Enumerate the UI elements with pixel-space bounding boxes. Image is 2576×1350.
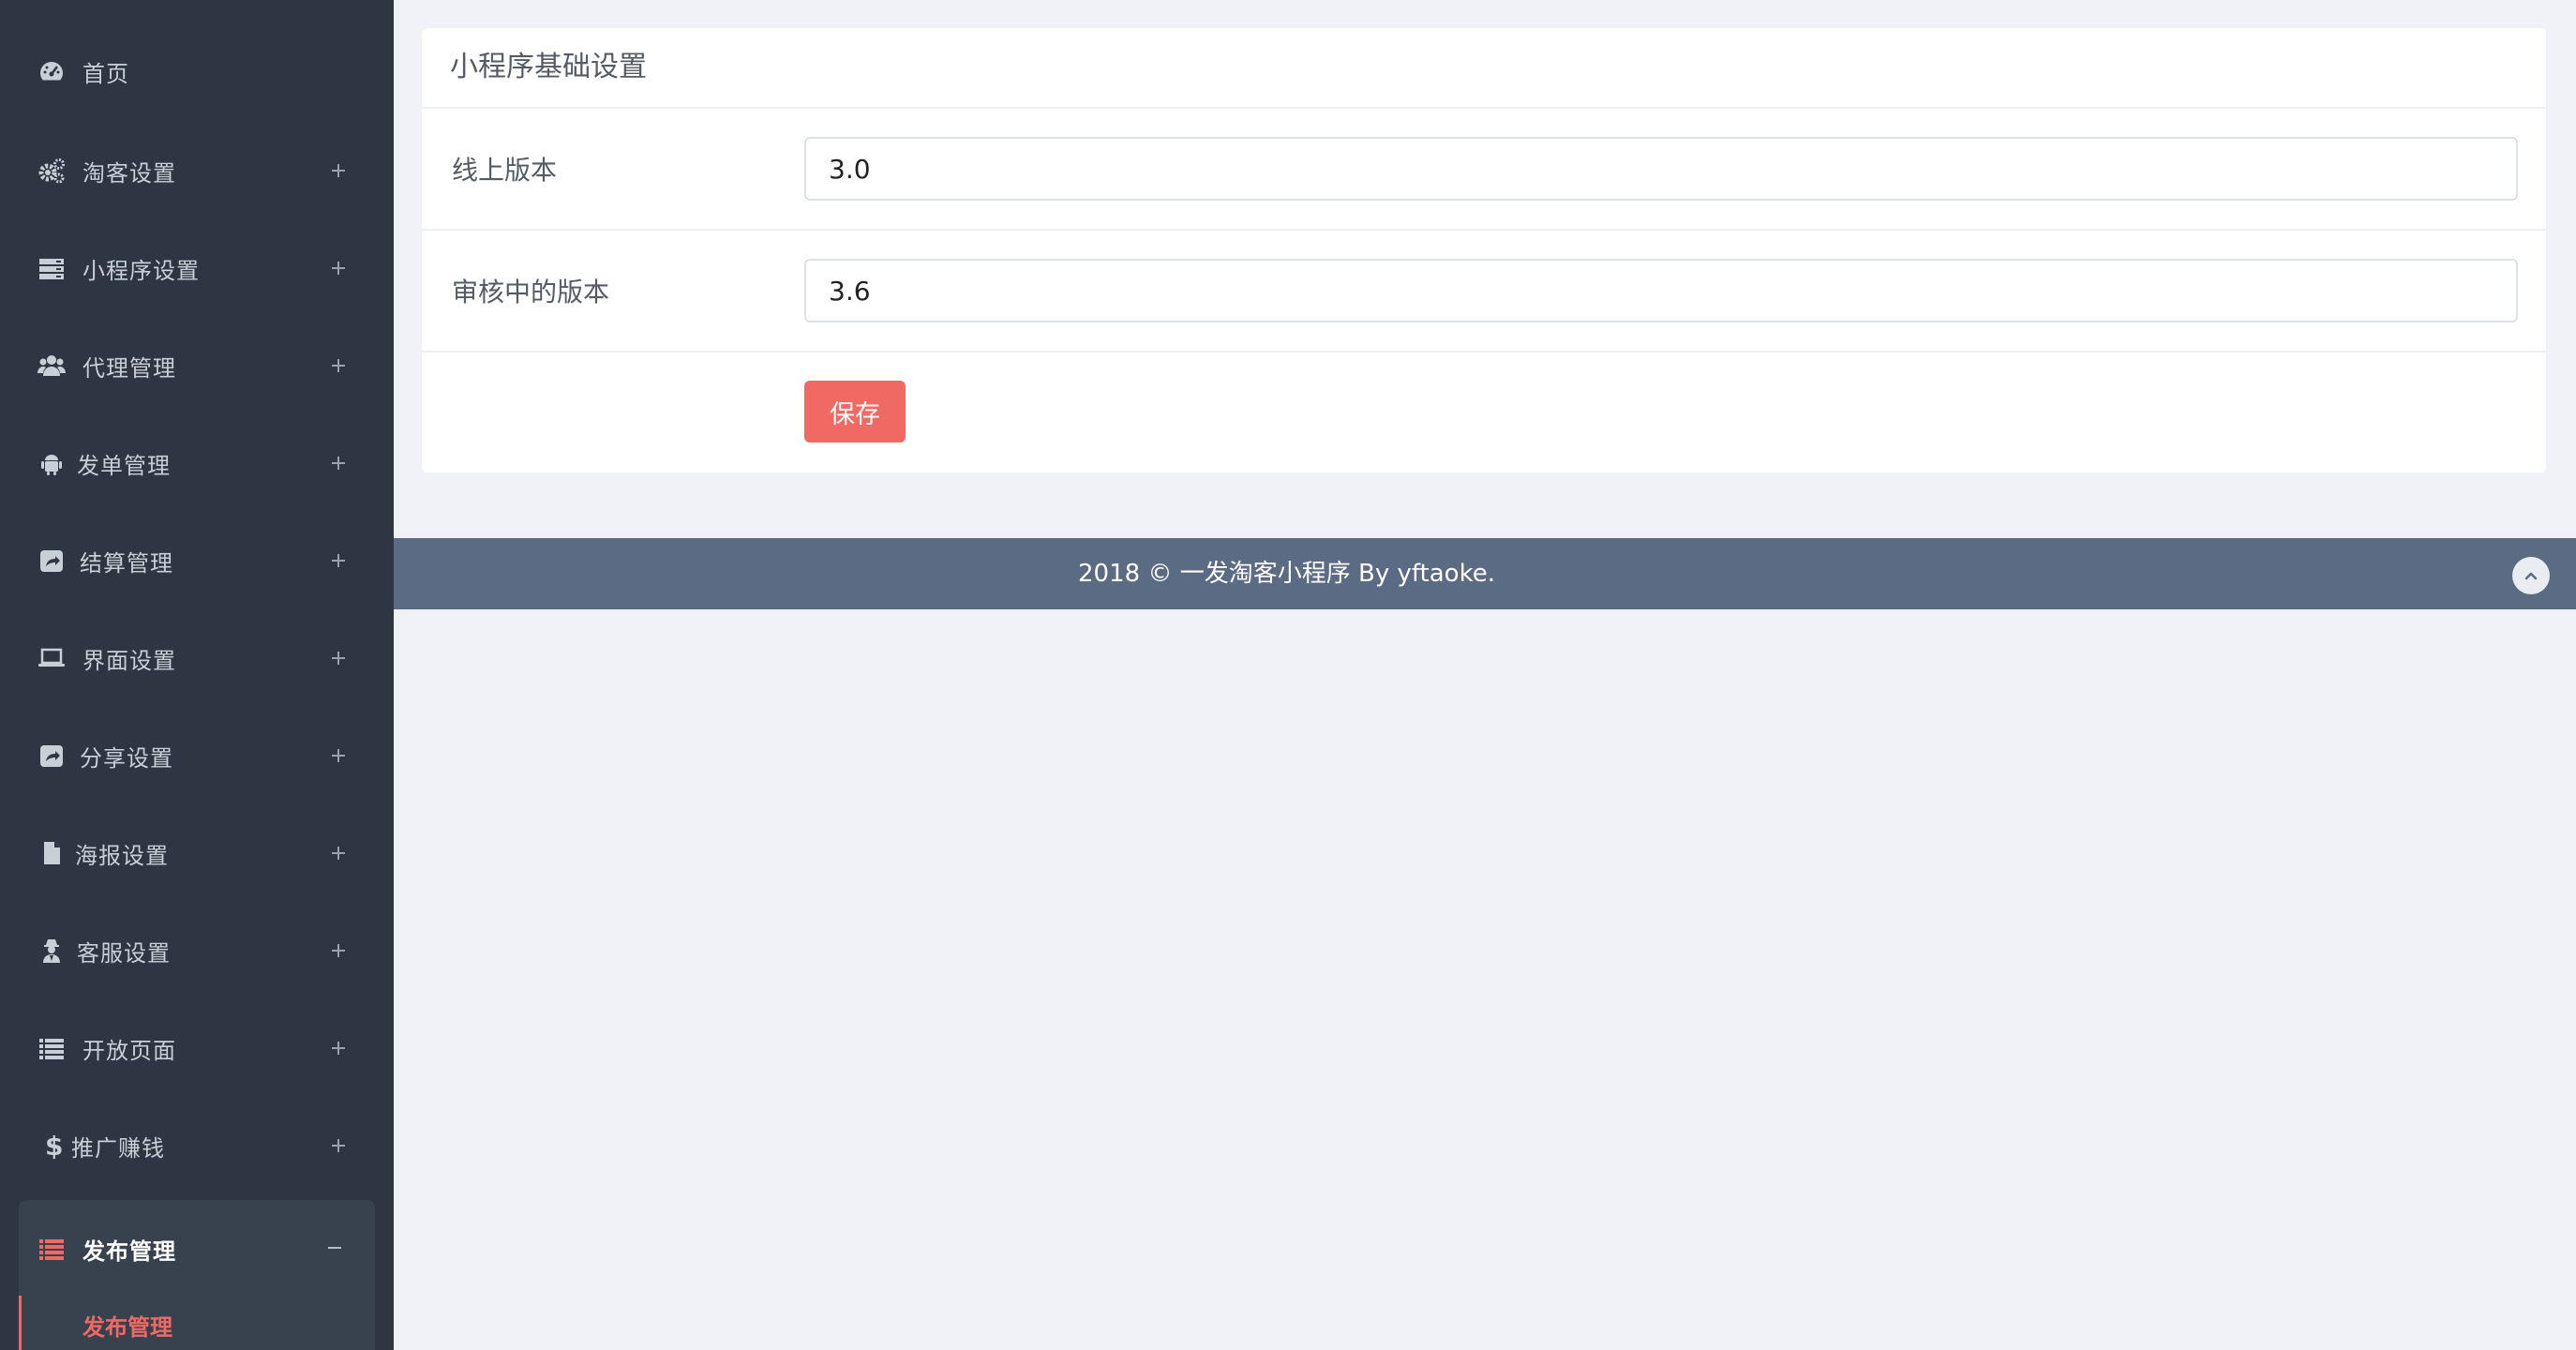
- sidebar-item-label: 客服设置: [77, 939, 171, 967]
- sidebar-item-label: 分享设置: [80, 744, 173, 772]
- sidebar-subitem-label: 发布管理: [82, 1314, 172, 1341]
- online-version-input[interactable]: [804, 137, 2518, 201]
- android-icon: [36, 447, 67, 479]
- sidebar-item-customer-service[interactable]: 客服设置: [0, 902, 394, 999]
- list-icon: [36, 1233, 67, 1265]
- back-to-top-button[interactable]: [2512, 557, 2550, 594]
- settings-card: 小程序基础设置 线上版本 审核中的版本 保存: [422, 28, 2546, 472]
- sidebar: 首页 淘客设置 小程序设置 代理管理 发单管理 结算管理 界面设置 分享设置 海…: [0, 0, 394, 1350]
- expand-icon[interactable]: [328, 1038, 349, 1058]
- svg-text:$: $: [45, 1132, 63, 1160]
- review-version-input[interactable]: [804, 259, 2518, 322]
- expand-icon[interactable]: [328, 843, 349, 863]
- users-icon: [36, 350, 67, 382]
- expand-icon[interactable]: [328, 1135, 349, 1156]
- share-square-icon: [36, 545, 67, 577]
- expand-icon[interactable]: [328, 940, 349, 961]
- sidebar-item-publish-management[interactable]: 发布管理: [19, 1200, 375, 1298]
- sidebar-item-promote-earn[interactable]: $ 推广赚钱: [0, 1097, 394, 1194]
- sidebar-item-settlement-management[interactable]: 结算管理: [0, 512, 394, 609]
- sidebar-item-poster-settings[interactable]: 海报设置: [0, 804, 394, 902]
- footer: 2018 © 一发淘客小程序 By yftaoke.: [394, 538, 2576, 609]
- sidebar-item-label: 海报设置: [75, 842, 169, 869]
- sidebar-item-label: 发布管理: [82, 1238, 176, 1265]
- sidebar-item-taoke-settings[interactable]: 淘客设置: [0, 122, 394, 219]
- expand-icon[interactable]: [328, 160, 349, 181]
- online-version-label: 线上版本: [452, 155, 558, 186]
- sidebar-item-label: 首页: [82, 60, 129, 87]
- sidebar-item-open-pages[interactable]: 开放页面: [0, 999, 394, 1097]
- cogs-icon: [36, 155, 67, 187]
- laptop-icon: [36, 642, 67, 674]
- sidebar-item-agent-management[interactable]: 代理管理: [0, 317, 394, 414]
- expand-icon[interactable]: [328, 453, 349, 473]
- divider: [422, 351, 2546, 352]
- sidebar-item-order-dispatch[interactable]: 发单管理: [0, 414, 394, 512]
- file-icon: [36, 837, 67, 869]
- sidebar-item-label: 发单管理: [77, 452, 171, 479]
- sidebar-item-interface-settings[interactable]: 界面设置: [0, 609, 394, 707]
- divider: [422, 229, 2546, 231]
- footer-copyright: 2018 © 一发淘客小程序 By yftaoke.: [1078, 560, 1495, 588]
- list-icon: [36, 1032, 67, 1064]
- sidebar-item-home[interactable]: 首页: [0, 22, 394, 120]
- sidebar-item-label: 界面设置: [82, 647, 176, 674]
- sidebar-item-label: 开放页面: [82, 1037, 176, 1064]
- expand-icon[interactable]: [328, 550, 349, 571]
- sidebar-item-label: 代理管理: [82, 354, 176, 382]
- sidebar-item-label: 淘客设置: [82, 159, 176, 187]
- expand-icon[interactable]: [328, 355, 349, 376]
- card-title: 小程序基础设置: [450, 51, 647, 83]
- sidebar-subitem-publish-management[interactable]: 发布管理: [19, 1296, 375, 1350]
- expand-icon[interactable]: [328, 648, 349, 668]
- divider: [422, 107, 2546, 109]
- sidebar-item-label: 小程序设置: [82, 257, 200, 284]
- server-icon: [36, 252, 67, 284]
- sidebar-item-miniprogram-settings[interactable]: 小程序设置: [0, 219, 394, 317]
- sidebar-item-share-settings[interactable]: 分享设置: [0, 707, 394, 804]
- dollar-icon: $: [36, 1130, 67, 1162]
- chevron-up-icon: [2524, 572, 2538, 580]
- sidebar-item-label: 结算管理: [80, 549, 173, 577]
- share-square-icon: [36, 740, 67, 772]
- save-button[interactable]: 保存: [804, 381, 906, 442]
- review-version-label: 审核中的版本: [452, 277, 610, 308]
- collapse-icon[interactable]: [328, 1247, 341, 1249]
- expand-icon[interactable]: [328, 258, 349, 278]
- expand-icon[interactable]: [328, 745, 349, 766]
- user-secret-icon: [36, 935, 67, 967]
- sidebar-item-label: 推广赚钱: [71, 1134, 165, 1162]
- dashboard-icon: [36, 55, 67, 87]
